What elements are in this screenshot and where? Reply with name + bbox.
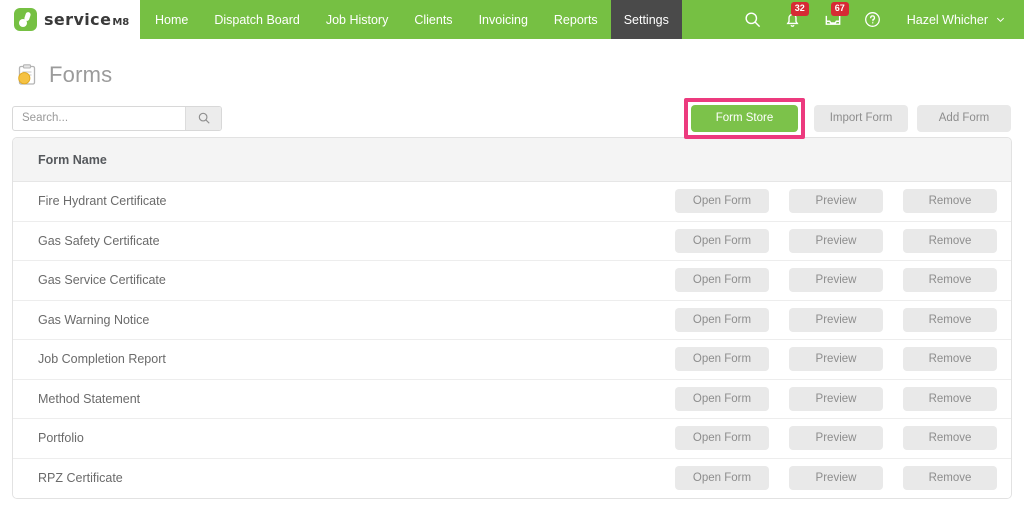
top-navigation-bar: service M8 Home Dispatch Board Job Histor… [0, 0, 1024, 39]
chevron-down-icon [996, 17, 1005, 22]
form-name-cell: Fire Hydrant Certificate [38, 194, 167, 209]
remove-button[interactable]: Remove [903, 347, 997, 372]
remove-button[interactable]: Remove [903, 386, 997, 411]
table-row: Fire Hydrant Certificate Open Form Preview… [13, 182, 1011, 222]
form-name-cell: Portfolio [38, 431, 84, 446]
row-actions: Open Form Preview Remove [675, 386, 997, 411]
notifications-button[interactable]: 32 [773, 0, 813, 39]
form-name-cell: Gas Warning Notice [38, 312, 150, 327]
row-actions: Open Form Preview Remove [675, 466, 997, 491]
inbox-badge: 67 [830, 2, 849, 16]
table-row: Gas Safety Certificate Open Form Preview Re… [13, 221, 1011, 261]
table-row: Job Completion Report Open Form Preview Rem… [13, 340, 1011, 380]
preview-button[interactable]: Preview [789, 466, 883, 491]
logo-text: service M8 [44, 10, 129, 29]
row-actions: Open Form Preview Remove [675, 268, 997, 293]
help-button[interactable] [853, 0, 893, 39]
form-name-cell: Method Statement [38, 391, 141, 406]
remove-button[interactable]: Remove [903, 426, 997, 451]
add-form-button[interactable]: Add Form [917, 104, 1011, 132]
toolbar-actions: Form Store Import Form Add Form [684, 97, 1012, 139]
open-form-button[interactable]: Open Form [675, 268, 769, 293]
main-nav: Home Dispatch Board Job History Clients … [140, 0, 733, 39]
column-header-form-name: Form Name [38, 152, 107, 167]
open-form-button[interactable]: Open Form [675, 347, 769, 372]
preview-button[interactable]: Preview [789, 307, 883, 332]
preview-button[interactable]: Preview [789, 189, 883, 214]
notifications-badge: 32 [790, 2, 809, 16]
open-form-button[interactable]: Open Form [675, 189, 769, 214]
forms-table: Form Name Fire Hydrant Certificate Open F… [12, 137, 1012, 499]
nav-item-dispatch-board[interactable]: Dispatch Board [201, 0, 312, 39]
search-button[interactable] [733, 0, 773, 39]
form-store-highlight-annotation: Form Store [684, 97, 805, 139]
search-icon [198, 112, 210, 124]
table-row: Gas Warning Notice Open Form Preview Remove [13, 300, 1011, 340]
form-name-cell: Gas Safety Certificate [38, 233, 160, 248]
page-body: Forms Form Store Import Form Add Form Fo… [0, 39, 1024, 499]
remove-button[interactable]: Remove [903, 189, 997, 214]
row-actions: Open Form Preview Remove [675, 347, 997, 372]
open-form-button[interactable]: Open Form [675, 426, 769, 451]
form-name-cell: Job Completion Report [38, 352, 166, 367]
row-actions: Open Form Preview Remove [675, 228, 997, 253]
table-row: Gas Service Certificate Open Form Preview R… [13, 261, 1011, 301]
table-body: Fire Hydrant Certificate Open Form Preview… [13, 182, 1011, 498]
nav-item-settings[interactable]: Settings [610, 0, 682, 39]
remove-button[interactable]: Remove [903, 228, 997, 253]
table-row: Portfolio Open Form Preview Remove [13, 419, 1011, 459]
page-header: Forms [12, 39, 1012, 92]
table-row: Method Statement Open Form Preview Remove [13, 379, 1011, 419]
open-form-button[interactable]: Open Form [675, 466, 769, 491]
toolbar: Form Store Import Form Add Form [12, 92, 1012, 139]
open-form-button[interactable]: Open Form [675, 307, 769, 332]
preview-button[interactable]: Preview [789, 268, 883, 293]
preview-button[interactable]: Preview [789, 228, 883, 253]
nav-item-invoicing[interactable]: Invoicing [466, 0, 541, 39]
nav-item-reports[interactable]: Reports [541, 0, 611, 39]
nav-item-home[interactable]: Home [140, 0, 201, 39]
header-actions: 32 67 Hazel Whicher [733, 0, 1024, 39]
search-icon [745, 12, 761, 28]
form-name-cell: RPZ Certificate [38, 471, 123, 486]
preview-button[interactable]: Preview [789, 347, 883, 372]
page-title: Forms [49, 62, 113, 87]
open-form-button[interactable]: Open Form [675, 228, 769, 253]
forms-clipboard-icon [15, 63, 39, 87]
table-header-row: Form Name [13, 138, 1011, 182]
search-input[interactable] [13, 106, 185, 130]
preview-button[interactable]: Preview [789, 426, 883, 451]
logo-suffix: M8 [112, 17, 130, 28]
user-name: Hazel Whicher [906, 12, 988, 27]
search-field[interactable] [12, 105, 222, 131]
remove-button[interactable]: Remove [903, 268, 997, 293]
form-store-button[interactable]: Form Store [691, 104, 798, 132]
nav-item-clients[interactable]: Clients [401, 0, 465, 39]
search-submit-button[interactable] [185, 106, 221, 130]
form-name-cell: Gas Service Certificate [38, 273, 166, 288]
remove-button[interactable]: Remove [903, 466, 997, 491]
logo[interactable]: service M8 [0, 0, 140, 39]
table-row: RPZ Certificate Open Form Preview Remove [13, 458, 1011, 498]
inbox-button[interactable]: 67 [813, 0, 853, 39]
open-form-button[interactable]: Open Form [675, 386, 769, 411]
import-form-button[interactable]: Import Form [814, 104, 908, 132]
nav-item-job-history[interactable]: Job History [313, 0, 402, 39]
logo-name: service [44, 10, 112, 29]
row-actions: Open Form Preview Remove [675, 307, 997, 332]
preview-button[interactable]: Preview [789, 386, 883, 411]
remove-button[interactable]: Remove [903, 307, 997, 332]
row-actions: Open Form Preview Remove [675, 426, 997, 451]
user-menu[interactable]: Hazel Whicher [893, 13, 1012, 27]
row-actions: Open Form Preview Remove [675, 189, 997, 214]
servicem8-logo-icon [14, 8, 37, 31]
help-icon [865, 12, 881, 27]
